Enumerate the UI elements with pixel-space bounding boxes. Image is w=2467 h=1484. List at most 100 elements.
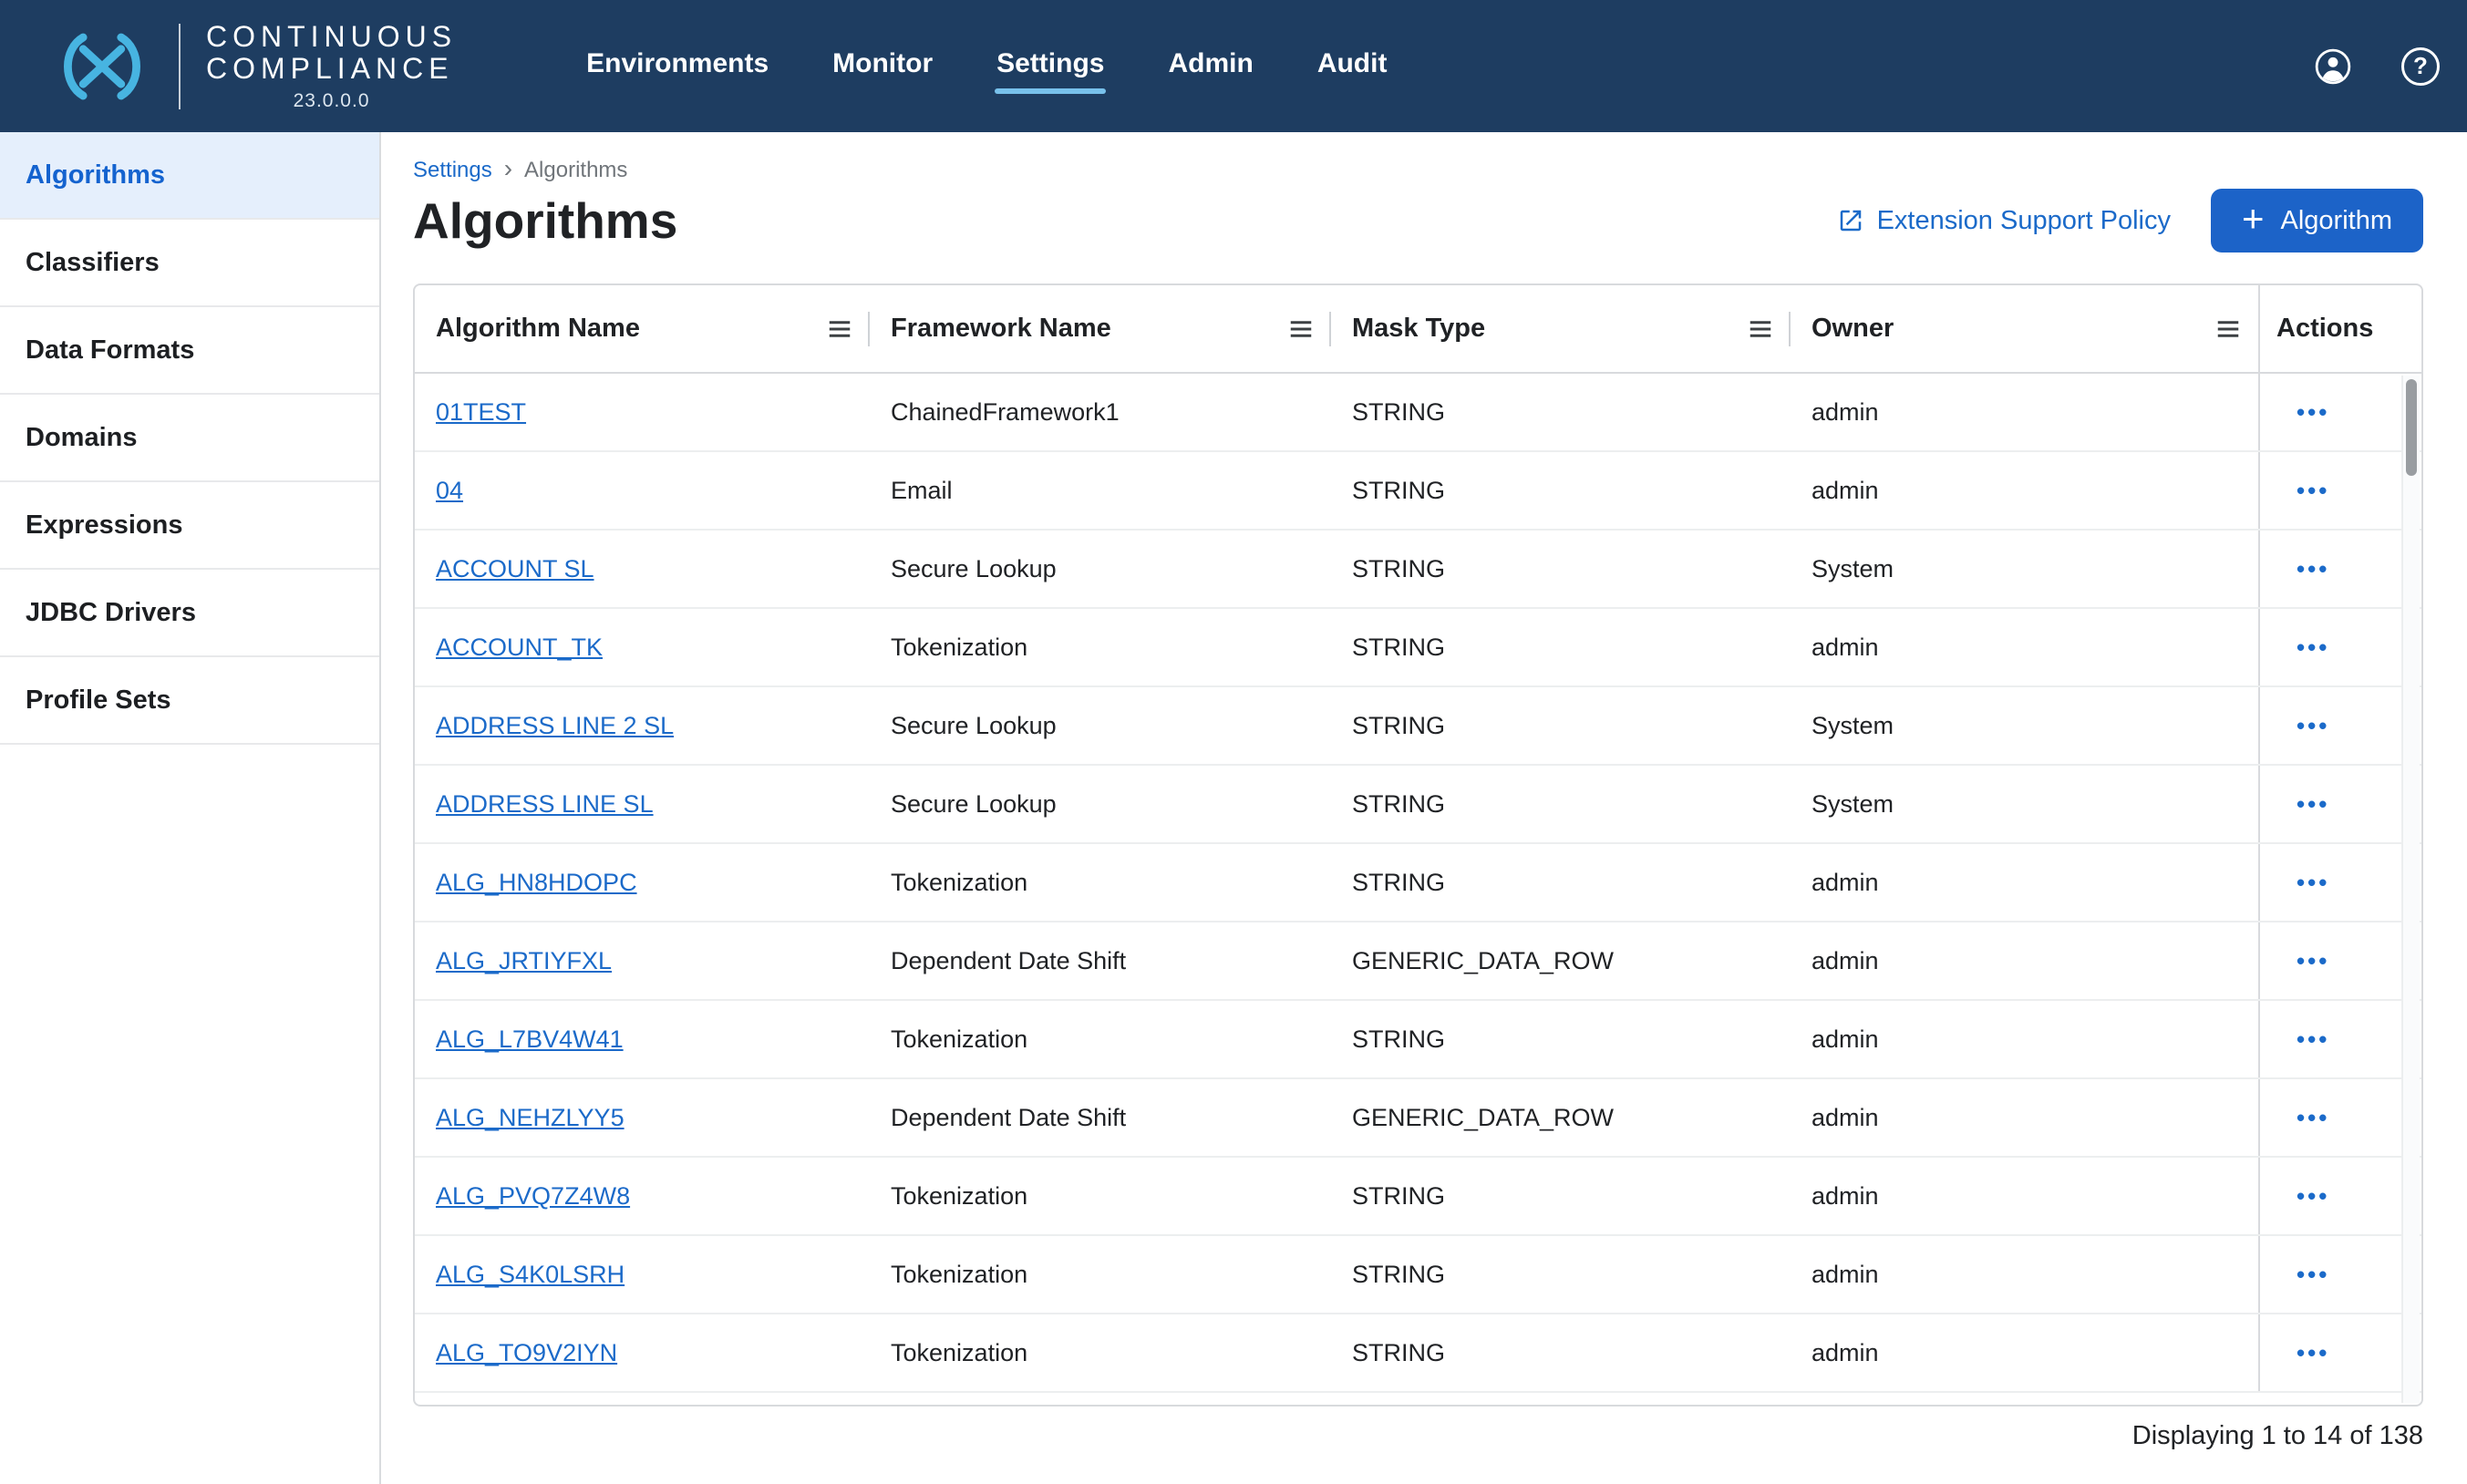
algorithm-name-link[interactable]: ALG_NEHZLYY5 [436, 1104, 624, 1132]
algorithm-name-link[interactable]: ADDRESS LINE SL [436, 790, 654, 819]
algorithm-name-link[interactable]: ACCOUNT_TK [436, 634, 603, 662]
cell-framework-name: Tokenization [870, 1314, 1331, 1391]
header-label: Actions [2276, 314, 2373, 344]
header-framework-name: Framework Name [870, 285, 1331, 372]
cell-algorithm-name: ALG_PVQ7Z4W8 [415, 1158, 870, 1234]
hamburger-icon [1287, 315, 1315, 343]
cell-actions: ••• [2258, 531, 2421, 607]
algorithm-name-link[interactable]: ALG_PVQ7Z4W8 [436, 1182, 630, 1211]
scrollbar-thumb[interactable] [2406, 379, 2417, 476]
nav-item[interactable]: Environments [584, 39, 770, 94]
cell-mask-type: STRING [1331, 1001, 1791, 1077]
sidebar-item[interactable]: Profile Sets [0, 657, 379, 745]
table-row: 04 Email STRING admin ••• [415, 452, 2421, 531]
algorithm-name-link[interactable]: 01TEST [436, 398, 526, 427]
table-body: 01TEST ChainedFramework1 STRING admin ••… [415, 374, 2421, 1393]
algorithm-name-link[interactable]: 04 [436, 477, 463, 505]
table-row: ALG_JRTIYFXL Dependent Date Shift GENERI… [415, 922, 2421, 1001]
row-actions-button[interactable]: ••• [2297, 949, 2329, 973]
column-menu-button[interactable] [2214, 315, 2242, 343]
algorithm-name-link[interactable]: ALG_TO9V2IYN [436, 1339, 617, 1367]
settings-sidebar: AlgorithmsClassifiersData FormatsDomains… [0, 132, 381, 1484]
cell-mask-type: GENERIC_DATA_ROW [1331, 1079, 1791, 1156]
row-actions-button[interactable]: ••• [2297, 635, 2329, 659]
row-actions-button[interactable]: ••• [2297, 871, 2329, 894]
breadcrumb-settings-link[interactable]: Settings [413, 158, 492, 183]
algorithm-name-link[interactable]: ALG_S4K0LSRH [436, 1261, 624, 1289]
delphix-logo-icon[interactable] [51, 28, 153, 105]
cell-framework-name: Secure Lookup [870, 531, 1331, 607]
algorithm-name-link[interactable]: ALG_JRTIYFXL [436, 947, 612, 975]
cell-actions: ••• [2258, 609, 2421, 685]
cell-framework-name: Tokenization [870, 1001, 1331, 1077]
row-actions-button[interactable]: ••• [2297, 792, 2329, 816]
cell-owner: admin [1791, 1079, 2258, 1156]
main-nav: Environments Monitor Settings Admin Audit [584, 39, 1388, 94]
cell-algorithm-name: ADDRESS LINE 2 SL [415, 687, 870, 764]
cell-owner: admin [1791, 1158, 2258, 1234]
nav-item[interactable]: Admin [1166, 39, 1254, 94]
title-row: Algorithms Extension Support Policy + Al… [413, 189, 2423, 252]
header-label: Mask Type [1352, 314, 1485, 344]
cell-framework-name: Tokenization [870, 609, 1331, 685]
cell-mask-type: STRING [1331, 1314, 1791, 1391]
extension-support-policy-link[interactable]: Extension Support Policy [1837, 206, 2171, 236]
cell-owner: admin [1791, 609, 2258, 685]
sidebar-item[interactable]: Algorithms [0, 132, 379, 220]
column-menu-button[interactable] [1287, 315, 1315, 343]
column-menu-button[interactable] [826, 315, 853, 343]
row-actions-button[interactable]: ••• [2297, 1184, 2329, 1208]
row-actions-button[interactable]: ••• [2297, 1341, 2329, 1365]
table-row: ADDRESS LINE SL Secure Lookup STRING Sys… [415, 766, 2421, 844]
user-account-button[interactable] [2314, 47, 2352, 86]
algorithm-name-link[interactable]: ACCOUNT SL [436, 555, 594, 583]
table-header: Algorithm Name Framework Name [415, 285, 2421, 374]
cell-framework-name: ChainedFramework1 [870, 374, 1331, 450]
cell-actions: ••• [2258, 374, 2421, 450]
row-actions-button[interactable]: ••• [2297, 479, 2329, 502]
cell-mask-type: GENERIC_DATA_ROW [1331, 922, 1791, 999]
nav-item[interactable]: Audit [1316, 39, 1389, 94]
cell-algorithm-name: 04 [415, 452, 870, 529]
cell-framework-name: Email [870, 452, 1331, 529]
cell-owner: admin [1791, 1314, 2258, 1391]
cell-algorithm-name: ADDRESS LINE SL [415, 766, 870, 842]
sidebar-item[interactable]: JDBC Drivers [0, 570, 379, 657]
breadcrumb-separator-icon: › [504, 156, 512, 181]
nav-item[interactable]: Settings [995, 39, 1106, 94]
table-scrollbar[interactable] [2401, 376, 2420, 1403]
sidebar-item[interactable]: Expressions [0, 482, 379, 570]
sidebar-item[interactable]: Data Formats [0, 307, 379, 395]
cell-algorithm-name: ACCOUNT SL [415, 531, 870, 607]
plus-icon: + [2242, 200, 2265, 238]
algorithm-name-link[interactable]: ADDRESS LINE 2 SL [436, 712, 674, 740]
cell-owner: admin [1791, 374, 2258, 450]
nav-item[interactable]: Monitor [831, 39, 934, 94]
algorithm-name-link[interactable]: ALG_HN8HDOPC [436, 869, 637, 897]
sidebar-item[interactable]: Domains [0, 395, 379, 482]
page-layout: AlgorithmsClassifiersData FormatsDomains… [0, 132, 2467, 1484]
cell-mask-type: STRING [1331, 374, 1791, 450]
column-menu-button[interactable] [1747, 315, 1774, 343]
cell-owner: admin [1791, 1001, 2258, 1077]
algorithms-table: Algorithm Name Framework Name [413, 283, 2423, 1407]
sidebar-item[interactable]: Classifiers [0, 220, 379, 307]
cell-actions: ••• [2258, 1079, 2421, 1156]
cell-framework-name: Tokenization [870, 844, 1331, 921]
row-actions-button[interactable]: ••• [2297, 1262, 2329, 1286]
nav-right: ? [2314, 47, 2440, 86]
row-actions-button[interactable]: ••• [2297, 1106, 2329, 1129]
add-algorithm-button[interactable]: + Algorithm [2211, 189, 2423, 252]
algorithm-name-link[interactable]: ALG_L7BV4W41 [436, 1025, 624, 1054]
cell-mask-type: STRING [1331, 531, 1791, 607]
user-icon [2314, 47, 2352, 86]
table-row: ALG_NEHZLYY5 Dependent Date Shift GENERI… [415, 1079, 2421, 1158]
top-navbar: CONTINUOUS COMPLIANCE 23.0.0.0 Environme… [0, 0, 2467, 132]
row-actions-button[interactable]: ••• [2297, 1027, 2329, 1051]
row-actions-button[interactable]: ••• [2297, 714, 2329, 737]
row-actions-button[interactable]: ••• [2297, 400, 2329, 424]
cell-mask-type: STRING [1331, 1158, 1791, 1234]
help-button[interactable]: ? [2401, 47, 2440, 86]
page-title: Algorithms [413, 191, 677, 250]
row-actions-button[interactable]: ••• [2297, 557, 2329, 581]
